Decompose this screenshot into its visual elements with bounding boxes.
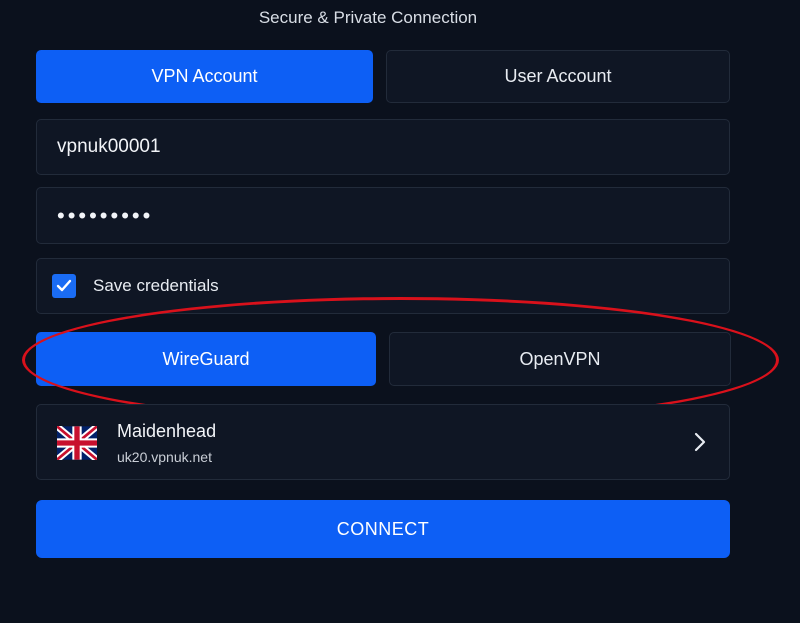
- subtitle: Secure & Private Connection: [258, 8, 478, 27]
- server-name: Maidenhead: [117, 421, 217, 441]
- chevron-right-icon: [694, 432, 706, 452]
- password-field[interactable]: [36, 187, 730, 244]
- protocol-openvpn-button[interactable]: OpenVPN: [389, 332, 731, 386]
- uk-flag-icon: [57, 426, 97, 460]
- tab-vpn-account[interactable]: VPN Account: [36, 50, 373, 103]
- username-input[interactable]: [57, 136, 729, 158]
- save-credentials-label: Save credentials: [93, 276, 219, 295]
- connect-button[interactable]: CONNECT: [36, 500, 730, 558]
- save-credentials-row[interactable]: Save credentials: [36, 258, 730, 314]
- protocol-wireguard-button[interactable]: WireGuard: [36, 332, 376, 386]
- password-input[interactable]: [57, 202, 729, 229]
- checkmark-icon: [56, 279, 72, 292]
- username-field[interactable]: [36, 119, 730, 175]
- server-selector[interactable]: Maidenhead uk20.vpnuk.net: [36, 404, 730, 480]
- save-credentials-checkbox[interactable]: [52, 274, 76, 298]
- server-host: uk20.vpnuk.net: [117, 449, 212, 465]
- tab-user-account[interactable]: User Account: [386, 50, 730, 103]
- vpn-login-screen: Secure & Private Connection VPN Account …: [0, 0, 800, 623]
